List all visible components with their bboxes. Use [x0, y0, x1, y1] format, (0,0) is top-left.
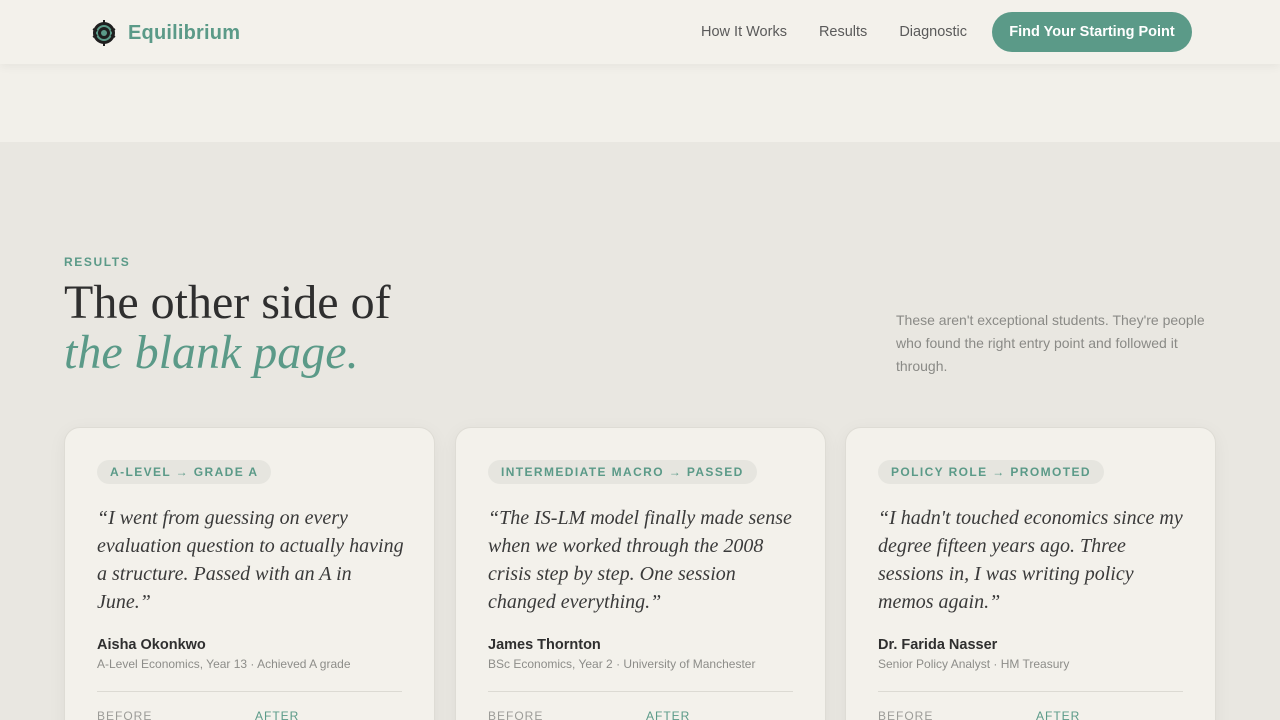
testimonial-meta: A-Level Economics, Year 13 · Achieved A … — [97, 657, 351, 671]
testimonial-quote: “I went from guessing on every evaluatio… — [97, 507, 404, 613]
headline-line-2: the blank page. — [64, 326, 359, 379]
card-divider — [97, 691, 402, 692]
brand-link[interactable]: Equilibrium — [90, 19, 240, 47]
find-starting-point-button[interactable]: Find Your Starting Point — [992, 12, 1192, 52]
equilibrium-logo-icon — [92, 20, 116, 46]
before-label: BEFORE — [878, 709, 934, 720]
nav-link-diagnostic[interactable]: Diagnostic — [899, 24, 967, 40]
testimonial-meta: Senior Policy Analyst · HM Treasury — [878, 657, 1070, 671]
testimonial-card: INTERMEDIATE MACRO → PASSED “The IS-LM m… — [455, 427, 826, 720]
after-label: AFTER — [1036, 709, 1081, 720]
card-divider — [878, 691, 1183, 692]
after-label: AFTER — [646, 709, 691, 720]
testimonial-quote: “The IS-LM model finally made sense when… — [488, 507, 792, 613]
nav-link-how-it-works[interactable]: How It Works — [701, 24, 787, 40]
testimonial-name: James Thornton — [488, 637, 601, 653]
result-tag: INTERMEDIATE MACRO → PASSED — [488, 460, 757, 484]
testimonial-card: A-LEVEL → GRADE A “I went from guessing … — [64, 427, 435, 720]
testimonial-card: POLICY ROLE → PROMOTED “I hadn't touched… — [845, 427, 1216, 720]
result-tag: POLICY ROLE → PROMOTED — [878, 460, 1104, 484]
before-label: BEFORE — [488, 709, 544, 720]
section-intro: These aren't exceptional students. They'… — [896, 312, 1205, 374]
before-label: BEFORE — [97, 709, 153, 720]
nav-link-results[interactable]: Results — [819, 24, 867, 40]
brand-name: Equilibrium — [128, 21, 241, 44]
nav-links: How It Works Results Diagnostic — [701, 24, 999, 40]
result-tag: A-LEVEL → GRADE A — [97, 460, 272, 484]
testimonial-meta: BSc Economics, Year 2 · University of Ma… — [488, 657, 756, 671]
after-label: AFTER — [255, 709, 300, 720]
card-divider — [488, 691, 793, 692]
testimonial-name: Aisha Okonkwo — [97, 637, 206, 653]
testimonial-name: Dr. Farida Nasser — [878, 637, 998, 653]
testimonial-quote: “I hadn't touched economics since my deg… — [878, 507, 1183, 613]
section-headline: The other side of the blank page. — [64, 278, 391, 378]
headline-line-1: The other side of — [64, 276, 391, 329]
section-eyebrow: RESULTS — [64, 255, 131, 269]
top-navbar: Equilibrium How It Works Results Diagnos… — [0, 0, 1280, 64]
